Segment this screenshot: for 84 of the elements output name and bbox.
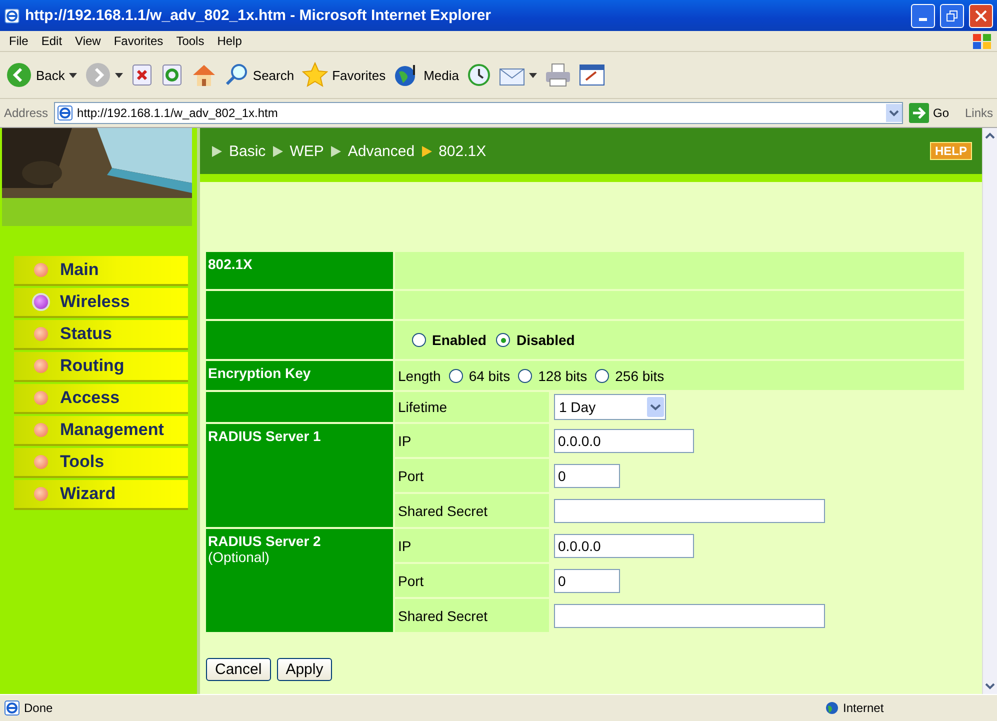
minimize-icon bbox=[919, 18, 927, 21]
menu-item[interactable]: File bbox=[4, 34, 36, 48]
window-title: http://192.168.1.1/w_adv_802_1x.htm - Microsoft Internet Explorer bbox=[25, 7, 492, 24]
toolbar-label[interactable]: Back bbox=[36, 68, 65, 82]
radio-button[interactable] bbox=[412, 333, 426, 347]
toolbar-label[interactable]: Media bbox=[424, 68, 459, 82]
lifetime-dropdown[interactable]: 1 Day bbox=[554, 394, 666, 420]
ie-icon bbox=[4, 700, 20, 716]
note-text: (Optional) bbox=[208, 549, 270, 565]
form-button[interactable]: Apply bbox=[276, 658, 332, 681]
close-button[interactable] bbox=[969, 4, 993, 28]
field-label: Port bbox=[398, 572, 424, 588]
clock-icon[interactable] bbox=[467, 63, 491, 87]
field-label: Port bbox=[398, 468, 424, 484]
radio-label: Enabled bbox=[432, 332, 486, 348]
field-label: Shared Secret bbox=[398, 502, 488, 518]
toolbar-label[interactable]: Favorites bbox=[332, 68, 386, 82]
restore-button[interactable] bbox=[940, 4, 964, 28]
field-label: IP bbox=[398, 538, 412, 554]
nav-item[interactable]: Status bbox=[14, 320, 188, 350]
field-label: IP bbox=[398, 432, 412, 448]
breadcrumb-link[interactable]: Advanced bbox=[348, 142, 415, 160]
radio-label: 128 bits bbox=[538, 368, 588, 384]
nav-item[interactable]: Access bbox=[14, 384, 188, 414]
zone-text: Internet bbox=[843, 701, 885, 715]
radio-button[interactable] bbox=[448, 368, 463, 382]
nav-item[interactable]: Main bbox=[14, 256, 188, 286]
radio-label: 64 bits bbox=[468, 368, 510, 384]
nav-item[interactable]: Management bbox=[14, 416, 188, 446]
nav-item[interactable]: Routing bbox=[14, 352, 188, 382]
star-icon[interactable] bbox=[302, 62, 328, 88]
toolbar-label[interactable]: Search bbox=[252, 68, 294, 82]
ie-icon bbox=[57, 105, 74, 121]
input-field[interactable] bbox=[554, 498, 825, 522]
menu-item[interactable]: Help bbox=[212, 34, 250, 48]
address-field[interactable]: http://192.168.1.1/w_adv_802_1x.htm bbox=[54, 102, 903, 124]
row-label: Encryption Key bbox=[208, 365, 312, 381]
globe-icon bbox=[825, 701, 839, 715]
minimize-button[interactable] bbox=[911, 4, 935, 28]
radio-button[interactable] bbox=[496, 333, 510, 347]
caret-icon bbox=[529, 72, 537, 78]
home-icon[interactable] bbox=[190, 63, 217, 87]
edit-page-icon[interactable] bbox=[579, 63, 605, 87]
input-field[interactable]: 0 bbox=[554, 568, 620, 592]
refresh-icon[interactable] bbox=[160, 64, 183, 86]
field-label: Lifetime bbox=[398, 399, 448, 415]
breadcrumb-link[interactable]: 802.1X bbox=[438, 142, 486, 160]
radio-button[interactable] bbox=[595, 368, 610, 382]
field-label: Shared Secret bbox=[398, 608, 488, 624]
input-field[interactable]: 0.0.0.0 bbox=[554, 428, 694, 452]
nav-item[interactable]: Wireless bbox=[14, 288, 188, 318]
input-field[interactable]: 0.0.0.0 bbox=[554, 534, 694, 558]
radio-button[interactable] bbox=[518, 368, 532, 382]
menu-item[interactable]: Tools bbox=[171, 34, 212, 48]
address-label: Address bbox=[4, 106, 48, 120]
menu-item[interactable]: View bbox=[70, 34, 109, 48]
close-icon bbox=[975, 10, 987, 22]
stop-icon[interactable] bbox=[130, 64, 153, 86]
printer-icon[interactable] bbox=[545, 63, 571, 87]
ie-icon bbox=[4, 8, 20, 24]
input-field[interactable] bbox=[554, 604, 825, 628]
status-text: Done bbox=[24, 701, 54, 715]
row-label: RADIUS Server 1 bbox=[208, 428, 322, 444]
caret-icon bbox=[68, 72, 77, 78]
search-icon[interactable] bbox=[224, 63, 249, 87]
row-label: RADIUS Server 2 bbox=[208, 533, 322, 549]
scrollbar[interactable] bbox=[982, 128, 997, 694]
form-button[interactable]: Cancel bbox=[206, 658, 271, 681]
breadcrumb-link[interactable]: Basic bbox=[229, 142, 266, 160]
input-field[interactable]: 0 bbox=[554, 464, 620, 488]
radio-label: 256 bits bbox=[615, 368, 664, 384]
caret-icon bbox=[114, 72, 123, 78]
windows-logo-icon bbox=[971, 32, 993, 50]
restore-icon bbox=[946, 10, 958, 22]
menu-item[interactable]: Favorites bbox=[108, 34, 172, 48]
radio-label: Disabled bbox=[516, 332, 575, 348]
menu-item[interactable]: Edit bbox=[36, 34, 70, 48]
section-heading: 802.1X bbox=[208, 256, 254, 272]
breadcrumb-link[interactable]: WEP bbox=[290, 142, 324, 160]
go-button[interactable]: Go bbox=[908, 103, 959, 123]
nav-item[interactable]: Tools bbox=[14, 448, 188, 478]
links-label[interactable]: Links bbox=[964, 106, 993, 120]
field-label: Length bbox=[398, 368, 441, 384]
nav-item[interactable]: Wizard bbox=[14, 480, 188, 510]
